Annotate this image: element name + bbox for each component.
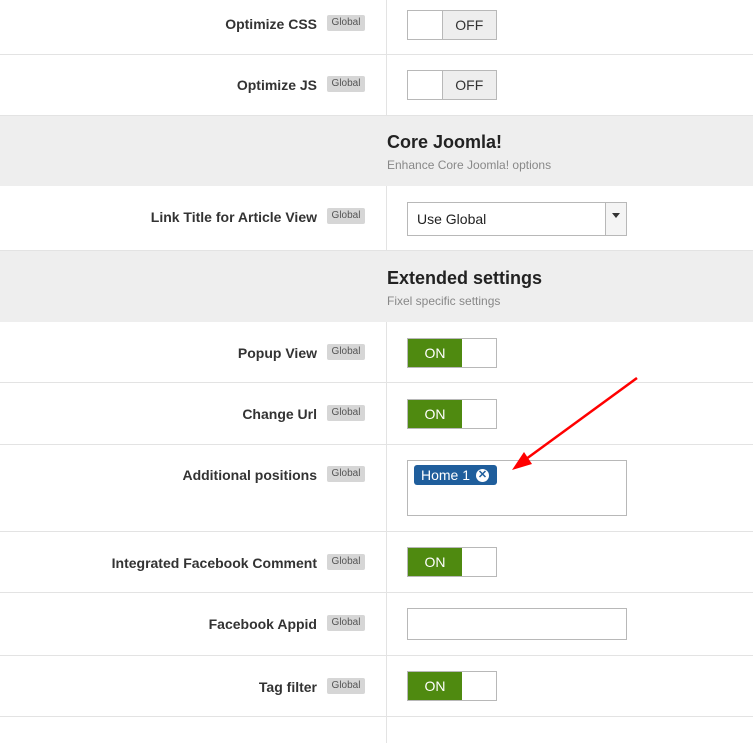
label-link-title: Link Title for Article View [150,209,317,225]
facebook-comment-toggle[interactable]: ON [407,547,497,577]
optimize-css-toggle[interactable]: OFF [407,10,497,40]
row-facebook-appid: Facebook Appid Global [0,593,753,656]
popup-view-toggle[interactable]: ON [407,338,497,368]
label-facebook-comment: Integrated Facebook Comment [111,555,317,571]
label-optimize-js: Optimize JS [236,77,317,93]
column-divider [386,532,387,592]
column-divider [386,0,387,54]
column-divider [386,55,387,115]
tag-filter-toggle[interactable]: ON [407,671,497,701]
column-divider [386,656,387,716]
column-divider [386,593,387,655]
column-divider [386,445,387,531]
label-popup-view: Popup View [237,345,317,361]
toggle-on-label: ON [408,400,462,428]
change-url-toggle[interactable]: ON [407,399,497,429]
column-divider [386,322,387,382]
label-additional-positions: Additional positions [182,467,317,483]
global-badge: Global [327,208,365,224]
row-link-title: Link Title for Article View Global Use G… [0,186,753,251]
additional-positions-input[interactable]: Home 1 ✕ [407,460,627,516]
toggle-on-label: ON [408,548,462,576]
dropdown-arrow[interactable] [605,203,626,235]
section-title: Extended settings [387,268,543,288]
section-core-joomla: Core Joomla! Enhance Core Joomla! option… [0,116,753,186]
global-badge: Global [327,344,365,360]
toggle-on-label: ON [408,339,462,367]
label-facebook-appid: Facebook Appid [208,616,317,632]
row-tag-filter: Tag filter Global ON [0,656,753,717]
row-additional-positions: Additional positions Global Home 1 ✕ [0,445,753,532]
section-subtitle: Fixel specific settings [387,294,501,308]
caret-down-icon [612,213,620,218]
toggle-on-label: ON [408,672,462,700]
row-popup-view: Popup View Global ON [0,322,753,383]
label-optimize-css: Optimize CSS [225,16,317,32]
toggle-blank [408,71,442,99]
column-divider [386,186,387,250]
select-value: Use Global [417,211,487,227]
global-badge: Global [327,554,365,570]
global-badge: Global [327,15,365,31]
section-extended-settings: Extended settings Fixel specific setting… [0,251,753,322]
chip-label: Home 1 [421,467,471,483]
label-tag-filter: Tag filter [258,679,317,695]
global-badge: Global [327,405,365,421]
toggle-blank [462,339,496,367]
position-chip[interactable]: Home 1 ✕ [414,465,498,485]
row-optimize-css: Optimize CSS Global OFF [0,0,753,55]
global-badge: Global [327,466,365,482]
toggle-blank [462,548,496,576]
label-change-url: Change Url [242,406,317,422]
link-title-select[interactable]: Use Global [407,202,627,236]
global-badge: Global [327,678,365,694]
row-optimize-js: Optimize JS Global OFF [0,55,753,116]
toggle-blank [462,400,496,428]
section-subtitle: Enhance Core Joomla! options [387,158,552,172]
column-divider [386,383,387,444]
facebook-appid-field[interactable] [407,608,627,640]
global-badge: Global [327,615,365,631]
column-divider-tail [386,717,387,743]
row-change-url: Change Url Global ON [0,383,753,445]
section-title: Core Joomla! [387,132,503,152]
optimize-js-toggle[interactable]: OFF [407,70,497,100]
close-circle-icon[interactable]: ✕ [476,468,490,482]
toggle-blank [462,672,496,700]
toggle-off-label: OFF [441,11,496,39]
row-facebook-comment: Integrated Facebook Comment Global ON [0,532,753,593]
global-badge: Global [327,76,365,92]
toggle-blank [408,11,442,39]
toggle-off-label: OFF [441,71,496,99]
